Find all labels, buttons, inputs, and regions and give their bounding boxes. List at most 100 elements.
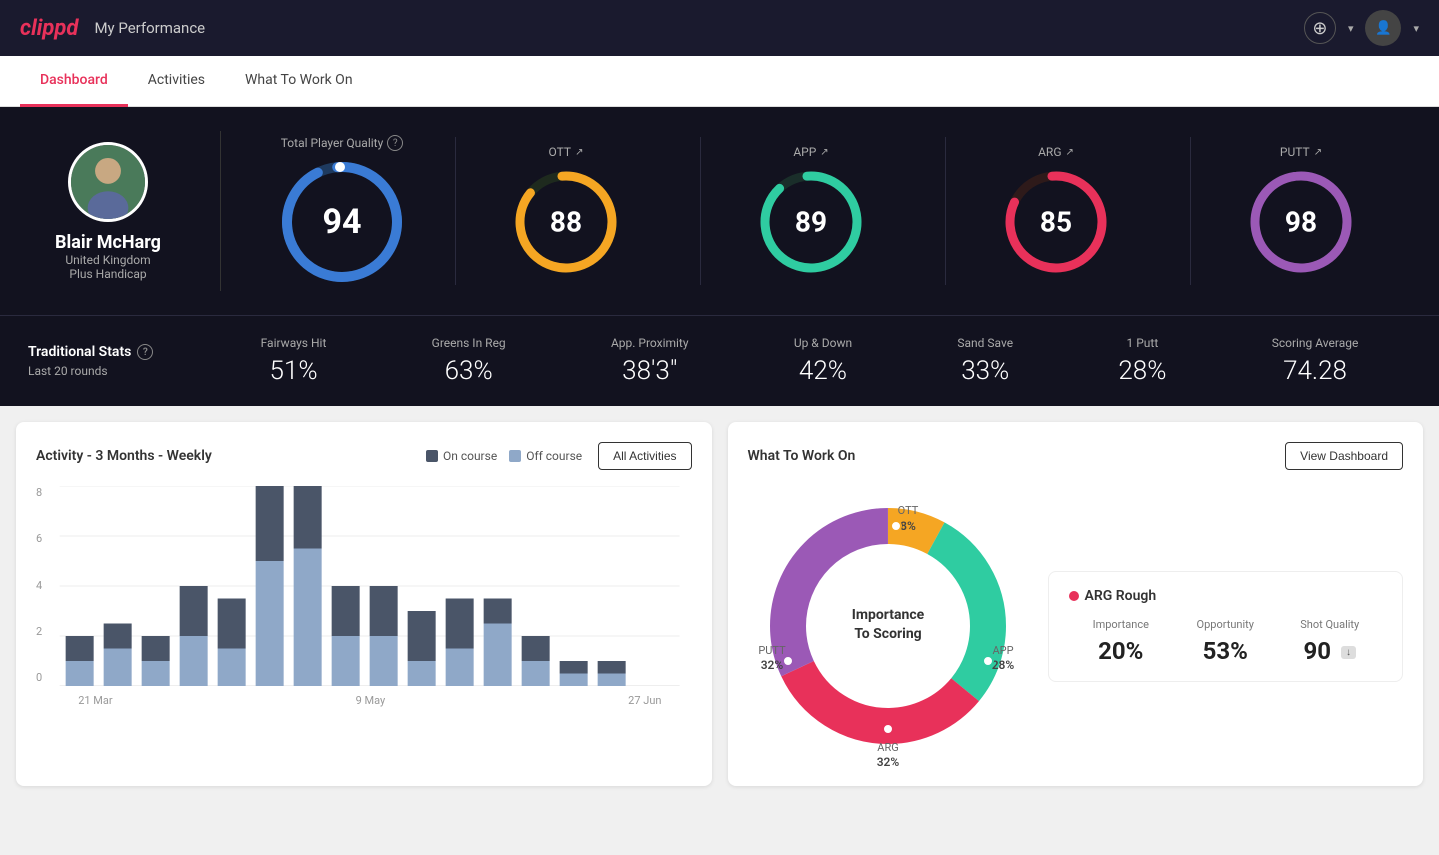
main-content: Activity - 3 Months - Weekly On course O… (0, 406, 1439, 802)
shot-quality-badge: ↓ (1341, 646, 1356, 659)
avatar-button[interactable]: 👤 (1365, 10, 1401, 46)
trad-subtitle: Last 20 rounds (28, 364, 208, 378)
score-app: APP ↗ 89 (700, 137, 921, 285)
svg-text:APP: APP (992, 644, 1013, 657)
tab-dashboard[interactable]: Dashboard (20, 56, 128, 107)
arg-value: 85 (1040, 206, 1072, 239)
work-on-card: What To Work On View Dashboard (728, 422, 1424, 786)
metric-importance: Importance 20% (1069, 618, 1174, 665)
arg-rough-title: ARG Rough (1069, 588, 1383, 604)
divider (220, 131, 221, 291)
donut-svg: Importance To Scoring OTT 8% APP 28% ARG… (748, 486, 1028, 766)
total-quality-value: 94 (322, 202, 361, 242)
player-handicap: Plus Handicap (69, 267, 146, 281)
putt-value: 98 (1285, 206, 1317, 239)
metric-shot-quality: Shot Quality 90 ↓ (1278, 618, 1383, 665)
all-activities-button[interactable]: All Activities (598, 442, 691, 470)
x-axis-labels: 21 Mar 9 May 27 Jun (48, 690, 691, 707)
score-ott: OTT ↗ 88 (455, 137, 676, 285)
ott-ring: 88 (511, 167, 621, 277)
score-arg: ARG ↗ 85 (945, 137, 1166, 285)
player-banner: Blair McHarg United Kingdom Plus Handica… (0, 107, 1439, 315)
stat-greens: Greens In Reg 63% (432, 336, 506, 386)
trad-help-icon: ? (137, 344, 153, 360)
total-quality-ring: 94 (277, 157, 407, 287)
work-on-content: Importance To Scoring OTT 8% APP 28% ARG… (748, 486, 1404, 766)
app-value: 89 (795, 206, 827, 239)
arg-rough-card: ARG Rough Importance 20% Opportunity 53%… (1048, 571, 1404, 682)
svg-text:28%: 28% (991, 658, 1014, 672)
activity-card-title: Activity - 3 Months - Weekly (36, 448, 212, 464)
svg-text:Importance: Importance (851, 607, 924, 623)
logo: clippd (20, 16, 78, 41)
arg-rough-color-dot (1069, 591, 1079, 601)
arg-ring: 85 (1001, 167, 1111, 277)
app-ring: 89 (756, 167, 866, 277)
help-icon: ? (387, 135, 403, 151)
trad-title: Traditional Stats ? (28, 344, 208, 360)
player-info: Blair McHarg United Kingdom Plus Handica… (28, 142, 188, 281)
header-right: ⊕ ▾ 👤 ▾ (1304, 10, 1419, 46)
traditional-stats-section: Traditional Stats ? Last 20 rounds Fairw… (0, 315, 1439, 406)
svg-text:ARG: ARG (877, 741, 898, 754)
stat-scoring-avg: Scoring Average 74.28 (1272, 336, 1359, 386)
app-label: APP ↗ (793, 145, 828, 159)
ott-arrow-icon: ↗ (575, 147, 583, 158)
putt-label: PUTT ↗ (1280, 145, 1322, 159)
chart-body: 21 Mar 9 May 27 Jun (48, 486, 691, 707)
svg-text:To Scoring: To Scoring (854, 626, 921, 642)
on-course-dot (426, 450, 438, 462)
tab-what-to-work-on[interactable]: What To Work On (225, 56, 373, 107)
avatar-dropdown-arrow: ▾ (1413, 22, 1419, 35)
legend-on-course: On course (426, 449, 497, 463)
svg-text:PUTT: PUTT (758, 644, 786, 657)
header-left: clippd My Performance (20, 16, 205, 41)
total-quality-label: Total Player Quality ? (281, 135, 404, 151)
svg-text:32%: 32% (760, 658, 783, 672)
activity-card: Activity - 3 Months - Weekly On course O… (16, 422, 712, 786)
svg-text:32%: 32% (876, 755, 899, 766)
player-name: Blair McHarg (55, 232, 161, 253)
header: clippd My Performance ⊕ ▾ 👤 ▾ (0, 0, 1439, 56)
tab-activities[interactable]: Activities (128, 56, 225, 107)
donut-section: Importance To Scoring OTT 8% APP 28% ARG… (748, 486, 1028, 766)
avatar-icon: 👤 (1375, 20, 1392, 36)
metric-opportunity: Opportunity 53% (1173, 618, 1278, 665)
trad-info: Traditional Stats ? Last 20 rounds (28, 344, 208, 378)
activity-controls: On course Off course All Activities (426, 442, 692, 470)
trad-stats-list: Fairways Hit 51% Greens In Reg 63% App. … (208, 336, 1411, 386)
y-axis: 8 6 4 2 0 (36, 486, 48, 706)
off-course-dot (509, 450, 521, 462)
ott-label: OTT ↗ (549, 145, 584, 159)
stat-proximity: App. Proximity 38'3" (611, 336, 689, 386)
view-dashboard-button[interactable]: View Dashboard (1285, 442, 1403, 470)
work-on-title: What To Work On (748, 448, 856, 464)
app-arrow-icon: ↗ (820, 147, 828, 158)
plus-icon: ⊕ (1312, 18, 1327, 39)
activity-card-header: Activity - 3 Months - Weekly On course O… (36, 442, 692, 470)
stat-sand-save: Sand Save 33% (957, 336, 1013, 386)
player-country: United Kingdom (65, 253, 150, 267)
stat-fairways: Fairways Hit 51% (261, 336, 327, 386)
putt-ring: 98 (1246, 167, 1356, 277)
putt-arrow-icon: ↗ (1314, 147, 1322, 158)
stat-one-putt: 1 Putt 28% (1118, 336, 1166, 386)
header-title: My Performance (94, 19, 205, 37)
chart-legend: On course Off course (426, 449, 582, 463)
stat-up-down: Up & Down 42% (794, 336, 852, 386)
info-metrics: Importance 20% Opportunity 53% Shot Qual… (1069, 618, 1383, 665)
arg-arrow-icon: ↗ (1066, 147, 1074, 158)
add-button[interactable]: ⊕ (1304, 12, 1336, 44)
work-on-card-header: What To Work On View Dashboard (748, 442, 1404, 470)
score-putt: PUTT ↗ 98 (1190, 137, 1411, 285)
legend-off-course: Off course (509, 449, 582, 463)
svg-text:OTT: OTT (897, 504, 918, 517)
ott-value: 88 (550, 206, 582, 239)
svg-text:8%: 8% (900, 519, 916, 533)
avatar (68, 142, 148, 222)
nav-tabs: Dashboard Activities What To Work On (0, 56, 1439, 107)
chart-with-axis: 8 6 4 2 0 (36, 486, 692, 707)
total-quality-section: Total Player Quality ? 94 (253, 135, 431, 287)
donut-wrapper: Importance To Scoring OTT 8% APP 28% ARG… (748, 486, 1028, 766)
add-dropdown-arrow: ▾ (1348, 22, 1354, 35)
